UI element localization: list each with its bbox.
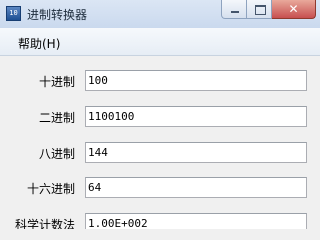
octal-field[interactable] xyxy=(85,142,307,163)
converter-window: 10 进制转换器 ✕ 帮助(H) 十进制 二进制 八进制 十六进制 科学计数法 xyxy=(0,0,320,229)
binary-field[interactable] xyxy=(85,106,307,127)
converter-form: 十进制 二进制 八进制 十六进制 科学计数法 xyxy=(0,56,320,229)
scientific-field[interactable] xyxy=(85,213,307,229)
close-button[interactable]: ✕ xyxy=(272,0,316,19)
hex-field[interactable] xyxy=(85,177,307,198)
maximize-icon xyxy=(255,5,266,15)
maximize-button[interactable] xyxy=(247,0,272,19)
app-icon[interactable]: 10 xyxy=(6,6,21,21)
octal-label: 八进制 xyxy=(38,147,75,161)
decimal-field[interactable] xyxy=(85,70,307,91)
close-icon: ✕ xyxy=(288,2,299,16)
menu-bar: 帮助(H) xyxy=(0,28,320,56)
minimize-button[interactable] xyxy=(221,0,247,19)
title-bar[interactable]: 10 进制转换器 ✕ xyxy=(0,0,320,28)
scientific-label: 科学计数法 xyxy=(14,218,75,229)
hex-label: 十六进制 xyxy=(26,182,75,196)
minimize-icon xyxy=(231,11,239,13)
window-title: 进制转换器 xyxy=(27,8,88,22)
caption-buttons: ✕ xyxy=(221,0,316,20)
binary-label: 二进制 xyxy=(38,111,75,125)
decimal-label: 十进制 xyxy=(38,75,75,89)
menu-help[interactable]: 帮助(H) xyxy=(18,35,60,52)
